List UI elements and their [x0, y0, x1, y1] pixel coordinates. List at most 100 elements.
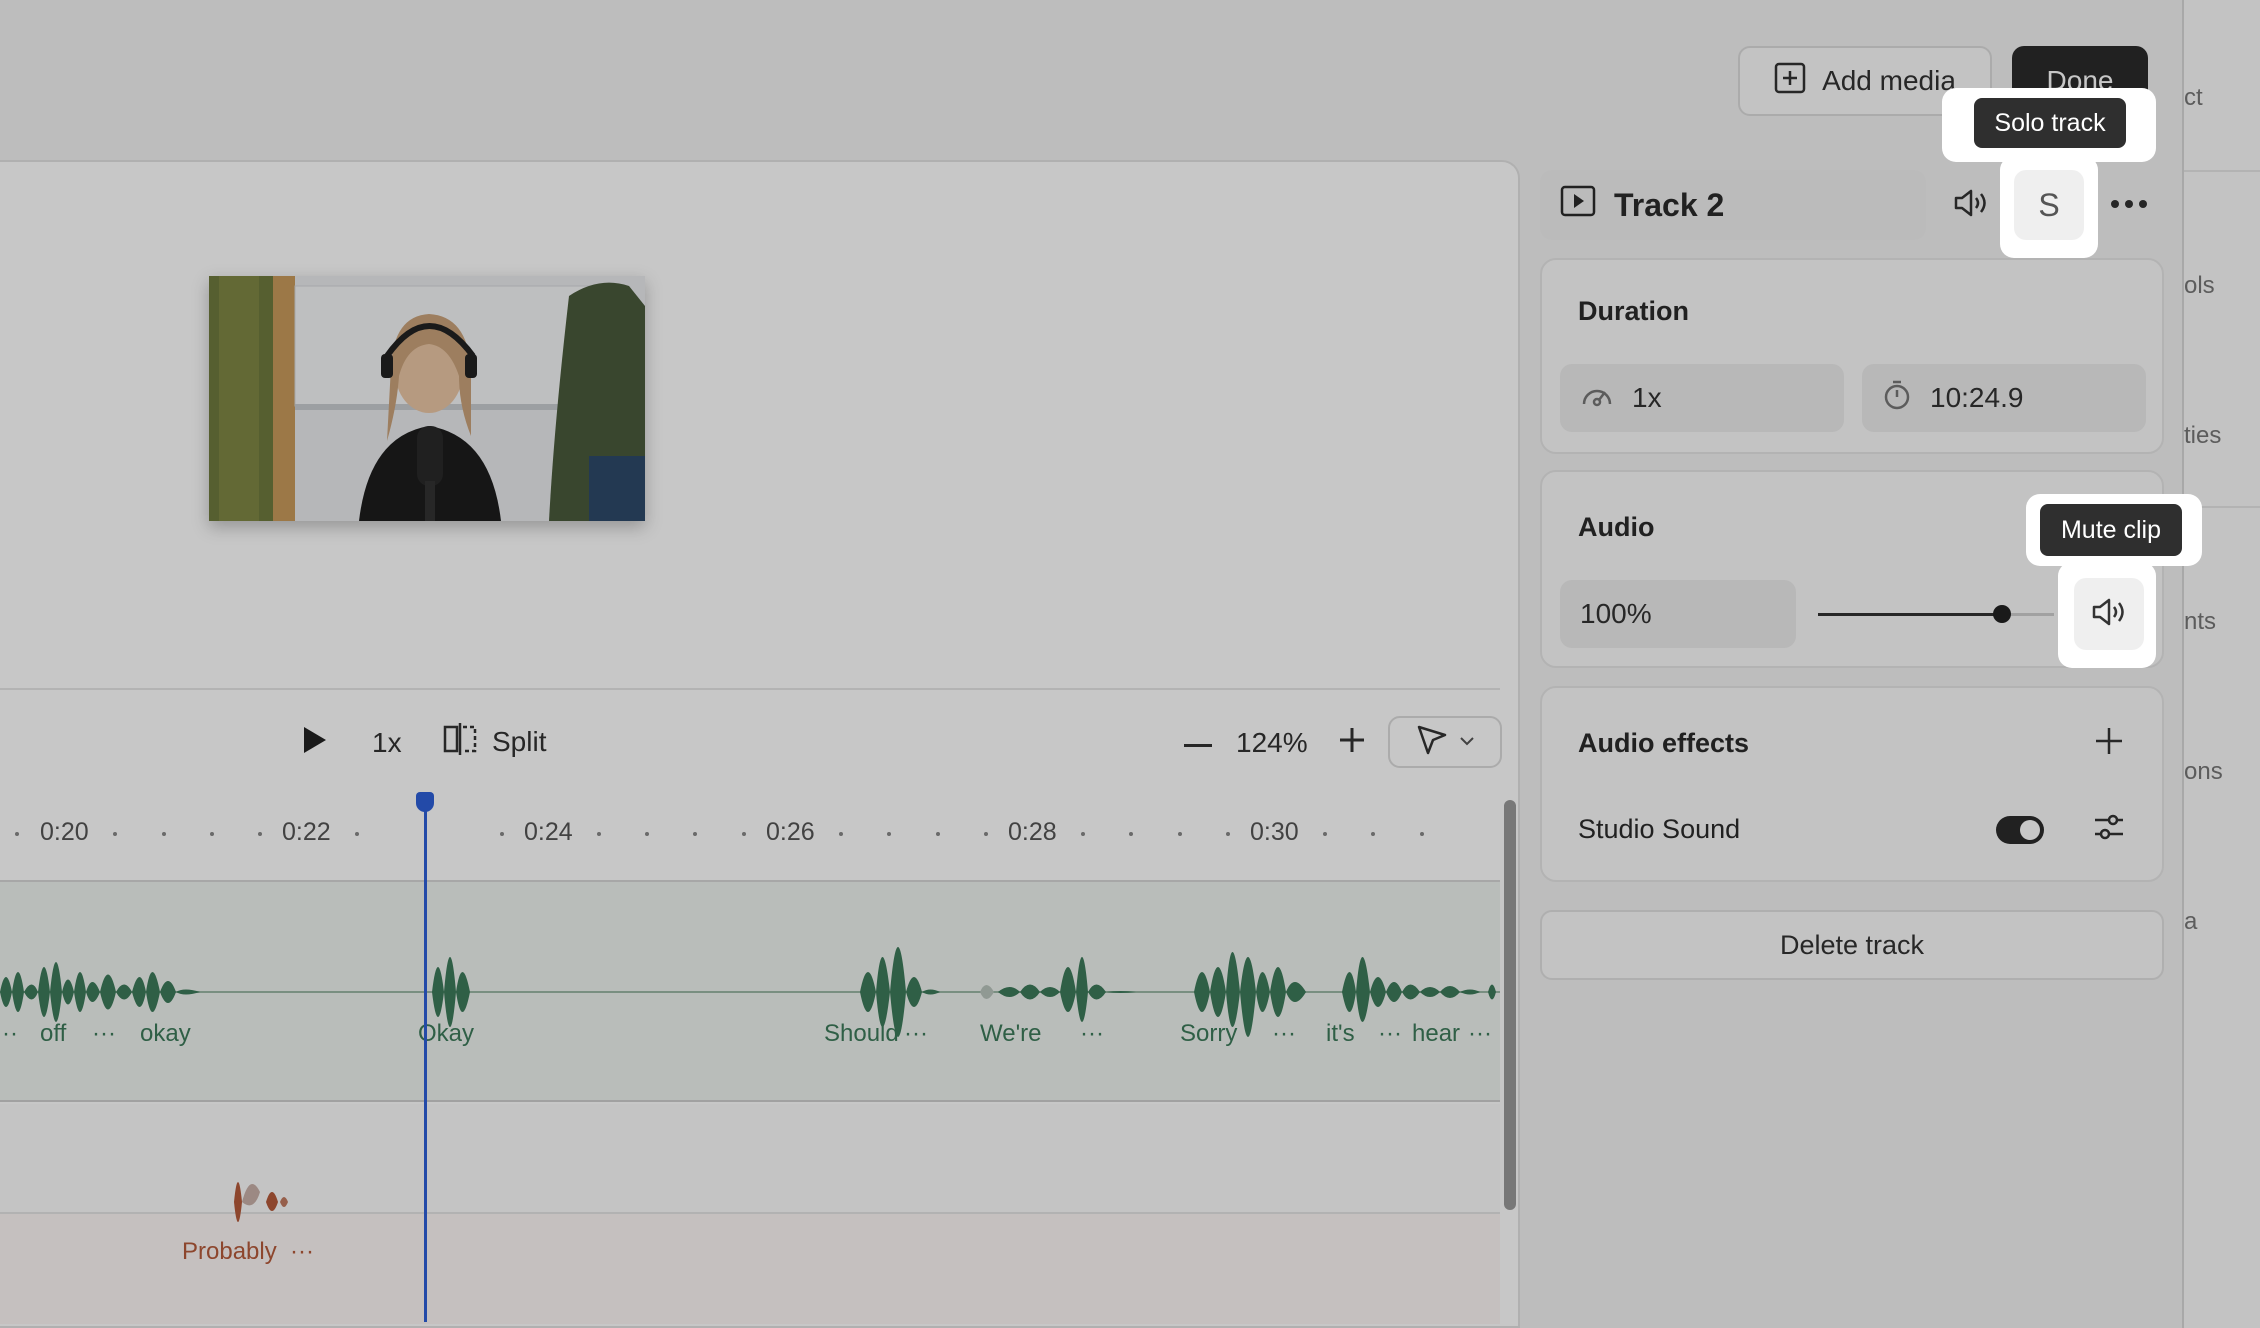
ruler-dot — [258, 832, 262, 836]
zoom-in-button[interactable] — [1334, 724, 1370, 760]
mute-clip-button[interactable] — [2074, 578, 2144, 650]
ruler-dot — [355, 832, 359, 836]
ruler-tick: 0:26 — [766, 818, 815, 846]
ruler-tick: 0:30 — [1250, 818, 1299, 846]
duration-card: Duration 1x 10:24.9 — [1540, 258, 2164, 454]
stopwatch-icon — [1882, 379, 1912, 418]
word-label[interactable]: off — [40, 1020, 66, 1048]
delete-track-button[interactable]: Delete track — [1540, 910, 2164, 980]
ruler-dot — [693, 832, 697, 836]
cursor-icon — [1415, 723, 1449, 762]
playback-speed[interactable]: 1x — [372, 726, 402, 760]
playhead[interactable] — [424, 802, 427, 1322]
ruler-dot — [984, 832, 988, 836]
volume-slider-track[interactable] — [1818, 605, 2054, 623]
ruler-dot — [500, 832, 504, 836]
editor-divider — [0, 688, 1500, 690]
studio-sound-label: Studio Sound — [1578, 814, 1741, 844]
timeline-scrollbar[interactable] — [1504, 800, 1516, 1210]
audio-effects-card: Audio effects Studio Sound — [1540, 686, 2164, 882]
background-text: ct — [2184, 84, 2203, 111]
word-label[interactable]: Should — [824, 1020, 899, 1048]
word-ellipsis: ··· — [1468, 1020, 1492, 1047]
studio-sound-toggle[interactable] — [1996, 816, 2044, 844]
word-label[interactable]: Probably — [182, 1238, 277, 1266]
word-label[interactable]: We're — [980, 1020, 1042, 1048]
chevron-down-icon — [1459, 733, 1475, 751]
background-text: ols — [2184, 272, 2215, 299]
audio-title: Audio — [1578, 512, 1655, 542]
background-text: a — [2184, 908, 2198, 935]
add-effect-button[interactable] — [2088, 722, 2130, 764]
clip-duration-field[interactable]: 10:24.9 — [1862, 364, 2146, 432]
zoom-out-button[interactable] — [1180, 726, 1216, 762]
volume-field[interactable]: 100% — [1560, 580, 1796, 648]
add-square-icon — [1774, 62, 1806, 101]
ruler-dot — [1081, 832, 1085, 836]
ruler-dot — [1226, 832, 1230, 836]
background-text: ons — [2184, 758, 2223, 785]
ruler-tick: 0:24 — [524, 818, 573, 846]
speaker-icon — [2091, 597, 2127, 632]
timeline-track-main[interactable]: ··· off ··· okay Okay Should ··· We're ·… — [0, 880, 1500, 1102]
speedometer-icon — [1580, 380, 1614, 417]
plus-icon — [2094, 726, 2124, 761]
play-button[interactable] — [294, 722, 334, 762]
word-ellipsis: ··· — [92, 1020, 116, 1047]
track-title-field[interactable]: Track 2 — [1540, 170, 1926, 240]
ruler-dot — [1371, 832, 1375, 836]
ruler-dot — [645, 832, 649, 836]
word-label[interactable]: Sorry — [1180, 1020, 1237, 1048]
clip-speed-field[interactable]: 1x — [1560, 364, 1844, 432]
word-label[interactable]: okay — [140, 1020, 191, 1048]
timeline-track-secondary[interactable]: Probably ··· — [0, 1182, 1500, 1324]
word-ellipsis: ··· — [1272, 1020, 1296, 1047]
add-media-label: Add media — [1822, 65, 1956, 96]
volume-slider-handle[interactable] — [1993, 605, 2012, 623]
word-ellipsis: ··· — [0, 1020, 18, 1047]
video-preview[interactable] — [209, 276, 645, 521]
track-volume-button[interactable] — [1946, 180, 1996, 230]
video-track-icon — [1560, 185, 1596, 225]
volume-value: 100% — [1580, 598, 1652, 629]
word-ellipsis: ··· — [904, 1020, 928, 1047]
word-ellipsis: ··· — [1080, 1020, 1104, 1047]
ruler-dot — [597, 832, 601, 836]
ruler-dot — [887, 832, 891, 836]
duration-title: Duration — [1578, 296, 1689, 326]
mute-clip-tooltip: Mute clip — [2040, 504, 2182, 556]
playhead-handle[interactable] — [416, 792, 434, 812]
word-label[interactable]: it's — [1326, 1020, 1355, 1048]
solo-track-tooltip: Solo track — [1974, 98, 2126, 148]
track-title: Track 2 — [1614, 186, 1725, 223]
ruler-dot — [210, 832, 214, 836]
clip-duration-value: 10:24.9 — [1930, 382, 2024, 413]
background-text: nts — [2184, 608, 2217, 635]
volume-slider-fill — [1818, 613, 2003, 616]
effect-settings-button[interactable] — [2088, 808, 2130, 850]
background-divider — [2184, 170, 2260, 172]
sliders-icon — [2093, 812, 2125, 847]
word-label[interactable]: hear — [1412, 1020, 1460, 1048]
play-icon — [300, 725, 328, 760]
ruler-tick: 0:28 — [1008, 818, 1057, 846]
more-options-button[interactable] — [2102, 182, 2156, 228]
solo-track-button[interactable]: S — [2014, 170, 2084, 240]
background-text: ties — [2184, 422, 2222, 449]
more-horizontal-icon — [2109, 196, 2149, 214]
ruler-tick: 0:20 — [40, 818, 89, 846]
ruler-dot — [1420, 832, 1424, 836]
audio-effects-title: Audio effects — [1578, 728, 1750, 758]
split-button[interactable]: Split — [442, 720, 546, 764]
ruler-dot — [15, 832, 19, 836]
minus-icon — [1184, 735, 1212, 753]
plus-icon — [1338, 726, 1366, 759]
toggle-knob — [2020, 820, 2040, 840]
waveform-main — [0, 947, 1500, 1037]
ruler-tick: 0:22 — [282, 818, 331, 846]
select-tool-dropdown[interactable] — [1388, 716, 1502, 768]
ruler-dot — [1178, 832, 1182, 836]
speaker-icon — [1953, 188, 1989, 223]
ruler-dot — [839, 832, 843, 836]
ruler-dot — [113, 832, 117, 836]
